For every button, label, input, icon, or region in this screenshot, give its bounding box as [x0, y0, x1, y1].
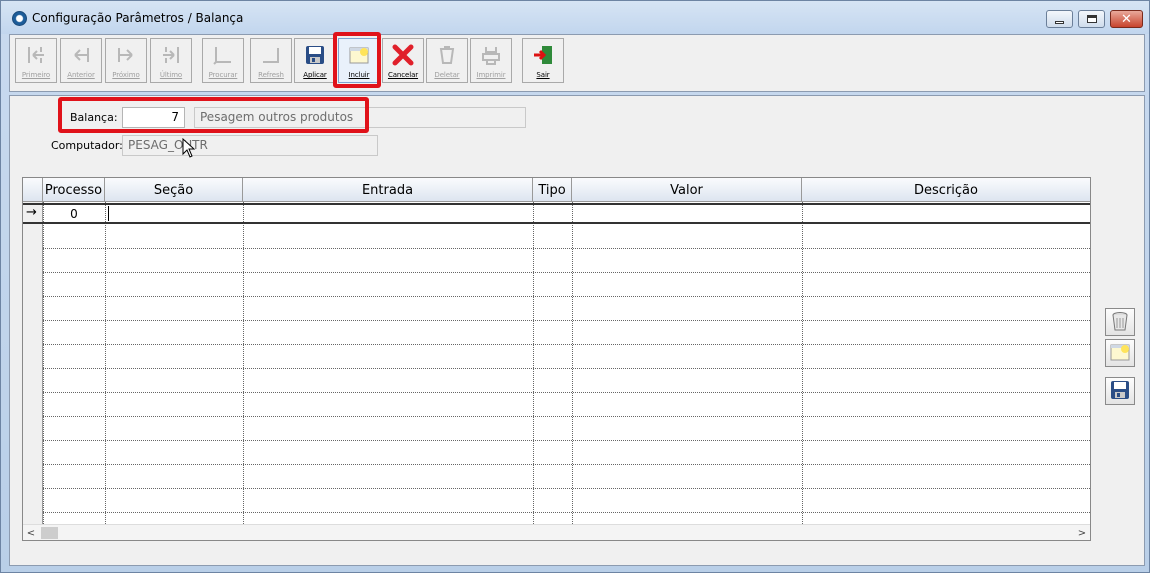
delete-icon — [435, 43, 459, 67]
side-delete-button[interactable] — [1105, 308, 1135, 336]
grid-row-divider — [43, 440, 1090, 441]
grid-row-divider — [43, 464, 1090, 465]
mouse-cursor-icon — [182, 137, 196, 161]
trash-icon — [1110, 310, 1130, 335]
print-button[interactable]: Imprimir — [470, 38, 512, 83]
grid-row-divider — [43, 416, 1090, 417]
first-button[interactable]: Primeiro — [15, 38, 57, 83]
close-icon: ✕ — [1121, 11, 1132, 27]
next-label: Próximo — [112, 71, 140, 79]
grid-row-divider — [43, 344, 1090, 345]
window-title: Configuração Parâmetros / Balança — [32, 11, 244, 25]
cancel-label: Cancelar — [387, 71, 419, 79]
header-processo[interactable]: Processo — [43, 178, 105, 202]
previous-label: Anterior — [67, 71, 95, 79]
exit-icon — [531, 43, 555, 67]
horizontal-scrollbar[interactable]: < > — [23, 524, 1090, 540]
last-label: Último — [159, 71, 183, 79]
grid-row-divider — [43, 248, 1090, 249]
scroll-right-icon[interactable]: > — [1074, 525, 1090, 541]
exit-label: Sair — [536, 71, 550, 79]
search-label: Procurar — [208, 71, 238, 79]
apply-button[interactable]: Aplicar — [294, 38, 336, 83]
app-window: Configuração Parâmetros / Balança ✕ Prim… — [0, 0, 1150, 573]
search-button[interactable]: Procurar — [202, 38, 244, 83]
previous-button[interactable]: Anterior — [60, 38, 102, 83]
scroll-thumb[interactable] — [41, 527, 58, 539]
grid-column-divider — [533, 202, 534, 524]
grid-row-divider — [43, 392, 1090, 393]
minimize-button[interactable] — [1046, 10, 1073, 28]
apply-label: Aplicar — [303, 71, 327, 79]
next-button[interactable]: Próximo — [105, 38, 147, 83]
grid-header: Processo Seção Entrada Tipo Valor Descri… — [23, 178, 1090, 202]
cell-processo[interactable]: 0 — [43, 207, 105, 221]
header-entrada[interactable]: Entrada — [243, 178, 533, 202]
delete-button[interactable]: Deletar — [426, 38, 468, 83]
refresh-button[interactable]: Refresh — [250, 38, 292, 83]
title-bar: Configuração Parâmetros / Balança ✕ — [1, 1, 1149, 34]
table-row[interactable] — [23, 203, 1090, 224]
grid-row-divider — [43, 320, 1090, 321]
save-icon — [1110, 380, 1130, 403]
header-secao[interactable]: Seção — [105, 178, 243, 202]
cancel-icon — [391, 43, 415, 67]
grid-row-divider — [43, 512, 1090, 513]
header-descricao[interactable]: Descrição — [802, 178, 1090, 202]
refresh-icon — [259, 43, 283, 67]
computador-field: PESAG_OUTR — [122, 135, 378, 156]
side-include-button[interactable] — [1105, 339, 1135, 367]
grid-row-divider — [43, 368, 1090, 369]
balanca-description-field: Pesagem outros produtos — [194, 107, 526, 128]
new-record-icon — [1109, 342, 1131, 365]
first-record-icon — [24, 43, 48, 67]
header-tipo[interactable]: Tipo — [533, 178, 572, 202]
grid-column-divider — [105, 202, 106, 524]
header-indicator — [23, 178, 43, 202]
grid-row-divider — [43, 488, 1090, 489]
include-button[interactable]: Incluir — [338, 38, 380, 83]
print-icon — [479, 43, 503, 67]
cancel-button[interactable]: Cancelar — [382, 38, 424, 83]
last-button[interactable]: Último — [150, 38, 192, 83]
delete-label: Deletar — [434, 71, 460, 79]
close-button[interactable]: ✕ — [1110, 10, 1143, 28]
include-label: Incluir — [348, 71, 370, 79]
grid-column-divider — [802, 202, 803, 524]
computador-label: Computador: — [51, 139, 123, 152]
row-indicator-column — [23, 202, 43, 524]
parameters-grid: Processo Seção Entrada Tipo Valor Descri… — [22, 177, 1091, 541]
previous-record-icon — [69, 43, 93, 67]
grid-column-divider — [43, 202, 44, 524]
new-record-icon — [347, 43, 371, 67]
exit-button[interactable]: Sair — [522, 38, 564, 83]
refresh-label: Refresh — [258, 71, 284, 79]
last-record-icon — [159, 43, 183, 67]
header-valor[interactable]: Valor — [572, 178, 802, 202]
scroll-left-icon[interactable]: < — [23, 525, 39, 541]
balanca-input[interactable]: 7 — [122, 107, 185, 128]
maximize-button[interactable] — [1078, 10, 1105, 28]
toolbar: Primeiro Anterior Próximo Último Procura… — [9, 34, 1145, 92]
grid-row-divider — [43, 272, 1090, 273]
search-icon — [211, 43, 235, 67]
balanca-label: Balança: — [70, 111, 118, 124]
main-content: Balança: 7 Pesagem outros produtos Compu… — [9, 95, 1145, 566]
current-row-arrow-icon: → — [26, 205, 37, 220]
next-record-icon — [114, 43, 138, 67]
first-label: Primeiro — [21, 71, 51, 79]
side-save-button[interactable] — [1105, 377, 1135, 405]
grid-row-divider — [43, 296, 1090, 297]
minimize-icon — [1055, 20, 1064, 24]
grid-column-divider — [572, 202, 573, 524]
print-label: Imprimir — [476, 71, 506, 79]
grid-column-divider — [243, 202, 244, 524]
maximize-icon — [1086, 15, 1097, 23]
app-icon — [12, 11, 27, 26]
text-caret — [108, 206, 109, 221]
save-icon — [303, 43, 327, 67]
